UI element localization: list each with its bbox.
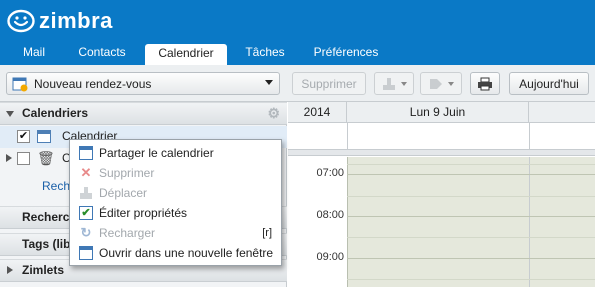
- delete-button[interactable]: Supprimer: [292, 72, 366, 95]
- menu-item-label: Supprimer: [99, 166, 155, 180]
- logo-text: zimbra: [39, 8, 113, 33]
- menu-item-label: Recharger: [99, 226, 156, 240]
- menu-item-label: Partager le calendrier: [99, 146, 214, 160]
- calendar-context-menu: Partager le calendrier ✕ Supprimer Dépla…: [69, 139, 282, 266]
- zimlets-header-label: Zimlets: [22, 263, 65, 277]
- keyboard-shortcut: [r]: [262, 227, 272, 239]
- year-label: 2014: [288, 102, 347, 123]
- time-label: 07:00: [316, 167, 344, 179]
- next-day-column[interactable]: [529, 157, 595, 287]
- chevron-down-icon: [401, 81, 407, 86]
- hour-line: [347, 216, 595, 217]
- reload-icon: ↻: [80, 225, 92, 240]
- half-hour-line: [347, 196, 595, 197]
- stamp-icon: [383, 77, 395, 90]
- divider: [529, 123, 530, 150]
- half-hour-line: [347, 237, 595, 238]
- time-label: 09:00: [316, 251, 344, 263]
- zimbra-smile-icon: [7, 9, 35, 33]
- calendar-toolbar: Nouveau rendez-vous Supprimer Aujourd'hu…: [0, 65, 595, 102]
- printer-icon: [478, 77, 492, 90]
- hour-line: [347, 174, 595, 175]
- move-icon: [79, 186, 93, 200]
- menu-item-share-calendar[interactable]: Partager le calendrier: [70, 143, 281, 163]
- all-day-row[interactable]: [288, 123, 595, 150]
- calendar-icon: [37, 130, 51, 143]
- print-options-button[interactable]: [374, 72, 414, 95]
- tab-taches[interactable]: Tâches: [240, 42, 290, 65]
- collapse-triangle-icon[interactable]: [6, 154, 12, 162]
- menu-item-edit-properties[interactable]: ✔ Éditer propriétés: [70, 203, 281, 223]
- half-hour-line: [347, 164, 595, 165]
- calendar-day-view: 2014 Lun 9 Juin 07:00 08:00 09:00: [288, 102, 595, 287]
- menu-item-open-new-window[interactable]: Ouvrir dans une nouvelle fenêtre: [70, 243, 281, 263]
- new-window-icon: [79, 246, 93, 260]
- expand-triangle-icon[interactable]: [6, 111, 14, 117]
- print-button[interactable]: [470, 72, 500, 95]
- app-tabs: Mail Contacts Calendrier Tâches Préféren…: [0, 42, 595, 65]
- menu-item-label: Déplacer: [99, 186, 148, 200]
- tab-calendrier[interactable]: Calendrier: [145, 44, 227, 65]
- tag-button[interactable]: [420, 72, 462, 95]
- day-header[interactable]: Lun 9 Juin: [347, 102, 529, 123]
- today-button[interactable]: Aujourd'hui: [509, 72, 589, 95]
- chevron-down-icon[interactable]: [265, 80, 273, 85]
- app-header: zimbra Mail Contacts Calendrier Tâches P…: [0, 0, 595, 65]
- calendars-header[interactable]: Calendriers ⚙: [0, 102, 287, 125]
- new-appointment-label: Nouveau rendez-vous: [34, 76, 152, 91]
- collapse-triangle-icon[interactable]: [7, 266, 13, 274]
- all-day-divider: [288, 150, 595, 156]
- divider: [347, 123, 348, 150]
- day-column[interactable]: [347, 157, 529, 287]
- zimbra-logo[interactable]: zimbra: [7, 6, 113, 36]
- menu-item-delete[interactable]: ✕ Supprimer: [70, 163, 281, 183]
- trash-checkbox[interactable]: [17, 152, 30, 165]
- delete-x-icon: ✕: [80, 165, 92, 180]
- tab-preferences[interactable]: Préférences: [308, 42, 384, 65]
- menu-item-label: Ouvrir dans une nouvelle fenêtre: [99, 246, 274, 260]
- new-appointment-button[interactable]: Nouveau rendez-vous: [6, 72, 280, 95]
- gear-icon[interactable]: ⚙: [267, 106, 280, 120]
- calendar-checkbox[interactable]: ✔: [17, 130, 30, 143]
- half-hour-line: [347, 279, 595, 280]
- menu-item-reload[interactable]: ↻ Recharger [r]: [70, 223, 281, 243]
- calendar-header-row: 2014 Lun 9 Juin: [288, 102, 595, 123]
- menu-item-label: Éditer propriétés: [99, 206, 188, 220]
- calendars-header-label: Calendriers: [22, 106, 89, 120]
- tab-mail[interactable]: Mail: [14, 42, 54, 65]
- chevron-down-icon: [448, 81, 454, 86]
- time-label: 08:00: [316, 209, 344, 221]
- edit-properties-icon: ✔: [79, 206, 93, 220]
- tag-icon: [430, 78, 442, 89]
- share-calendar-icon: [79, 146, 93, 160]
- hour-line: [347, 258, 595, 259]
- trash-icon: 🗑: [37, 150, 55, 166]
- tab-contacts[interactable]: Contacts: [72, 42, 132, 65]
- menu-item-move[interactable]: Déplacer: [70, 183, 281, 203]
- new-appointment-icon: [12, 77, 28, 91]
